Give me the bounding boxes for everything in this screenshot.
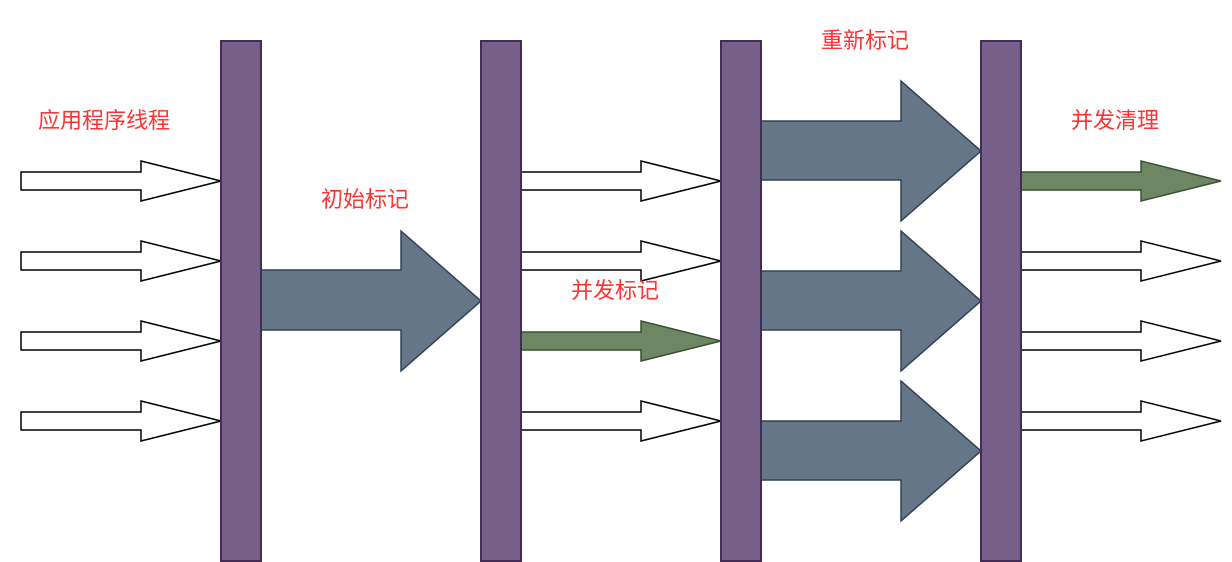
phase-bar-1 — [220, 40, 262, 562]
app-thread-arrow — [20, 240, 222, 282]
concurrent-mark-thread-arrow — [520, 400, 722, 442]
label-initial-mark: 初始标记 — [321, 188, 409, 213]
remark-arrow-bottom — [760, 379, 983, 523]
phase-bar-3 — [720, 40, 762, 562]
app-thread-arrow — [20, 160, 222, 202]
concurrent-mark-gc-thread-arrow — [520, 320, 722, 362]
concurrent-sweep-thread-arrow — [1020, 240, 1222, 282]
phase-bar-4 — [980, 40, 1022, 562]
remark-arrow-top — [760, 79, 983, 223]
concurrent-sweep-thread-arrow — [1020, 320, 1222, 362]
concurrent-sweep-gc-thread-arrow — [1020, 160, 1222, 202]
label-remark: 重新标记 — [821, 29, 909, 54]
app-thread-arrow — [20, 400, 222, 442]
cms-gc-diagram: 应用程序线程 初始标记 并发标记 重新标记 并发清理 — [20, 29, 1222, 562]
concurrent-mark-thread-arrow — [520, 160, 722, 202]
label-app-threads: 应用程序线程 — [38, 109, 170, 134]
concurrent-mark-thread-arrow — [520, 240, 722, 282]
phase-bar-2 — [480, 40, 522, 562]
label-concurrent-mark: 并发标记 — [571, 279, 659, 304]
app-thread-arrow — [20, 320, 222, 362]
remark-arrow-middle — [760, 229, 983, 373]
initial-mark-arrow — [260, 229, 483, 373]
label-concurrent-sweep: 并发清理 — [1071, 109, 1159, 134]
concurrent-sweep-thread-arrow — [1020, 400, 1222, 442]
